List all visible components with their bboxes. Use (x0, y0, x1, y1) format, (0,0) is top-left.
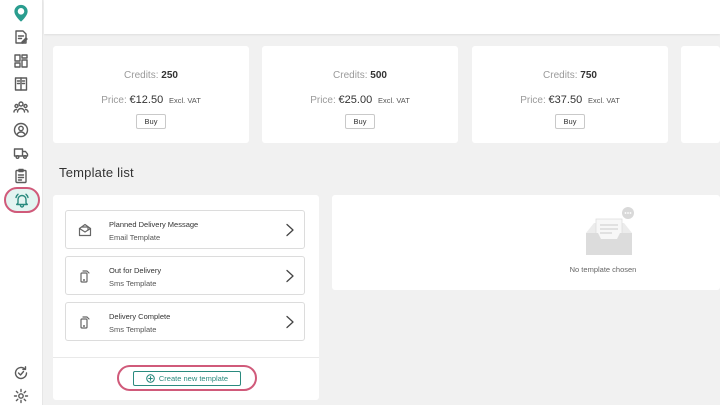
email-icon (78, 223, 92, 237)
phone-icon (78, 315, 92, 329)
phone-icon (78, 269, 92, 283)
credit-package-card: Credits: 500 Price: €25.00 Excl. VAT Buy (262, 46, 458, 143)
credits-value: 500 (370, 70, 387, 81)
price-value: €37.50 (548, 94, 583, 106)
price-line: Price: €37.50 Excl. VAT (472, 94, 668, 106)
template-item[interactable]: Planned Delivery Message Email Template (65, 210, 305, 249)
credits-label: Credits: (124, 70, 159, 81)
empty-state-text: No template chosen (569, 265, 637, 274)
credit-package-card: Credits: 250 Price: €12.50 Excl. VAT Buy (53, 46, 249, 143)
price-line: Price: €12.50 Excl. VAT (53, 94, 249, 106)
template-item[interactable]: Delivery Complete Sms Template (65, 302, 305, 341)
credits-label: Credits: (333, 70, 368, 81)
vat-note: Excl. VAT (587, 96, 620, 105)
chevron-right-icon (285, 223, 295, 237)
template-list-panel: Planned Delivery Message Email Template … (53, 195, 319, 400)
chevron-right-icon (285, 269, 295, 283)
clipboard-icon[interactable] (6, 165, 36, 187)
credits-line: Credits: 250 (53, 70, 249, 81)
truck-icon[interactable] (6, 142, 36, 164)
chevron-right-icon (285, 315, 295, 329)
price-line: Price: €25.00 Excl. VAT (262, 94, 458, 106)
dashboard-icon[interactable] (6, 50, 36, 72)
user-circle-icon[interactable] (6, 119, 36, 141)
template-type: Email Template (109, 233, 161, 242)
sidebar (0, 0, 43, 405)
bell-icon[interactable] (4, 187, 40, 213)
template-item[interactable]: Out for Delivery Sms Template (65, 256, 305, 295)
buy-button[interactable]: Buy (136, 114, 166, 129)
price-label: Price: (310, 95, 336, 106)
vat-note: Excl. VAT (168, 96, 201, 105)
template-type: Sms Template (109, 325, 157, 334)
create-template-button[interactable]: Create new template (133, 371, 241, 386)
credits-value: 250 (161, 70, 178, 81)
team-icon[interactable] (6, 96, 36, 118)
price-label: Price: (101, 95, 127, 106)
credit-package-card-partial (681, 46, 720, 143)
template-preview-panel: No template chosen (332, 195, 720, 290)
create-template-highlight: Create new template (117, 365, 257, 391)
template-name: Delivery Complete (109, 312, 171, 321)
logo-pin-icon[interactable] (6, 2, 36, 24)
price-label: Price: (520, 95, 546, 106)
template-name: Out for Delivery (109, 266, 162, 275)
gear-icon[interactable] (6, 385, 36, 405)
top-bar (44, 0, 720, 34)
sync-check-icon[interactable] (6, 362, 36, 384)
buy-button[interactable]: Buy (555, 114, 585, 129)
vat-note: Excl. VAT (377, 96, 410, 105)
empty-inbox-illustration (582, 207, 642, 259)
credit-package-card: Credits: 750 Price: €37.50 Excl. VAT Buy (472, 46, 668, 143)
section-title: Template list (59, 165, 134, 180)
book-icon[interactable] (6, 73, 36, 95)
price-value: €25.00 (338, 94, 373, 106)
edit-document-icon[interactable] (6, 26, 36, 48)
price-value: €12.50 (129, 94, 164, 106)
credits-label: Credits: (543, 70, 578, 81)
create-template-label: Create new template (158, 374, 229, 383)
credits-line: Credits: 750 (472, 70, 668, 81)
divider (53, 357, 319, 358)
template-name: Planned Delivery Message (109, 220, 199, 229)
buy-button[interactable]: Buy (345, 114, 375, 129)
template-type: Sms Template (109, 279, 157, 288)
credits-line: Credits: 500 (262, 70, 458, 81)
plus-circle-icon (146, 374, 155, 383)
credits-value: 750 (580, 70, 597, 81)
